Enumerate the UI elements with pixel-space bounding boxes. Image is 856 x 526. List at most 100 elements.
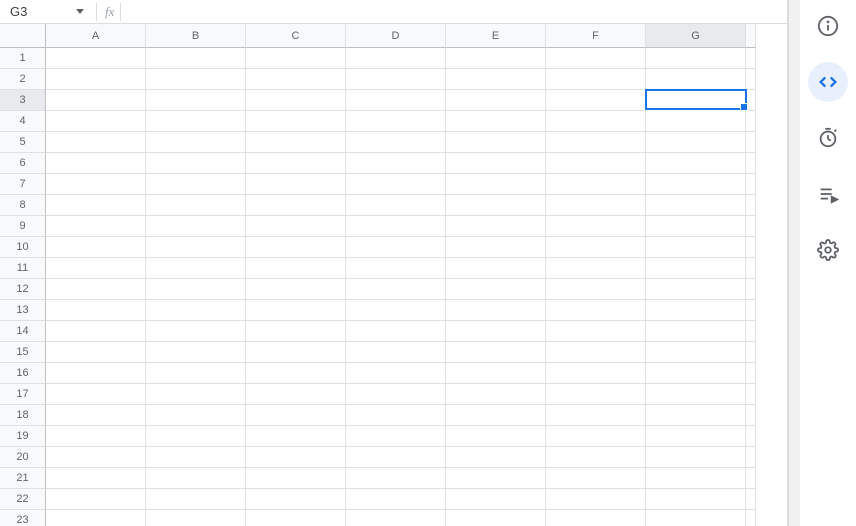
cell[interactable]	[46, 300, 146, 321]
cell[interactable]	[646, 384, 746, 405]
cell[interactable]	[246, 111, 346, 132]
cell[interactable]	[146, 363, 246, 384]
row-header[interactable]: 6	[0, 153, 46, 174]
cell[interactable]	[246, 132, 346, 153]
cell[interactable]	[246, 342, 346, 363]
cell[interactable]	[646, 279, 746, 300]
cell[interactable]	[346, 237, 446, 258]
cell[interactable]	[46, 111, 146, 132]
cell[interactable]	[546, 342, 646, 363]
cell[interactable]	[546, 153, 646, 174]
column-header[interactable]: G	[646, 24, 746, 48]
cell[interactable]	[446, 153, 546, 174]
cell[interactable]	[346, 90, 446, 111]
cell[interactable]	[46, 237, 146, 258]
cell[interactable]	[346, 300, 446, 321]
cell[interactable]	[346, 258, 446, 279]
cell[interactable]	[546, 384, 646, 405]
cell[interactable]	[46, 405, 146, 426]
cell[interactable]	[146, 237, 246, 258]
cell[interactable]	[46, 90, 146, 111]
cell[interactable]	[246, 489, 346, 510]
row-header[interactable]: 16	[0, 363, 46, 384]
column-header[interactable]: B	[146, 24, 246, 48]
cell[interactable]	[446, 216, 546, 237]
cell[interactable]	[646, 153, 746, 174]
cell[interactable]	[146, 132, 246, 153]
cell[interactable]	[146, 447, 246, 468]
cell[interactable]	[446, 258, 546, 279]
cell[interactable]	[446, 195, 546, 216]
cell[interactable]	[446, 279, 546, 300]
cell[interactable]	[146, 489, 246, 510]
cell[interactable]	[246, 48, 346, 69]
cell[interactable]	[546, 90, 646, 111]
cell[interactable]	[146, 426, 246, 447]
cell[interactable]	[246, 258, 346, 279]
cell[interactable]	[446, 132, 546, 153]
cell[interactable]	[446, 363, 546, 384]
cell[interactable]	[646, 216, 746, 237]
cell[interactable]	[246, 216, 346, 237]
cell[interactable]	[146, 90, 246, 111]
row-header[interactable]: 19	[0, 426, 46, 447]
cell[interactable]	[346, 468, 446, 489]
cell[interactable]	[146, 321, 246, 342]
spreadsheet-grid[interactable]: ABCDEFG123456789101112131415161718192021…	[0, 24, 787, 526]
cell[interactable]	[546, 237, 646, 258]
column-header[interactable]: E	[446, 24, 546, 48]
cell[interactable]	[646, 300, 746, 321]
cell[interactable]	[246, 300, 346, 321]
row-header[interactable]: 10	[0, 237, 46, 258]
clock-button[interactable]	[808, 118, 848, 158]
cell[interactable]	[246, 468, 346, 489]
cell[interactable]	[346, 363, 446, 384]
row-header[interactable]: 11	[0, 258, 46, 279]
cell[interactable]	[246, 195, 346, 216]
cell[interactable]	[546, 216, 646, 237]
cell[interactable]	[146, 174, 246, 195]
cell[interactable]	[46, 447, 146, 468]
cell[interactable]	[646, 363, 746, 384]
cell[interactable]	[646, 69, 746, 90]
cell[interactable]	[546, 174, 646, 195]
cell[interactable]	[346, 69, 446, 90]
cell[interactable]	[446, 48, 546, 69]
row-header[interactable]: 4	[0, 111, 46, 132]
code-button[interactable]	[808, 62, 848, 102]
cell[interactable]	[446, 300, 546, 321]
cell[interactable]	[146, 69, 246, 90]
cell[interactable]	[346, 153, 446, 174]
cell[interactable]	[546, 132, 646, 153]
cell[interactable]	[46, 48, 146, 69]
cell[interactable]	[46, 342, 146, 363]
cell[interactable]	[346, 174, 446, 195]
cell[interactable]	[246, 447, 346, 468]
cell[interactable]	[246, 153, 346, 174]
cell[interactable]	[646, 405, 746, 426]
column-header[interactable]: F	[546, 24, 646, 48]
playlist-button[interactable]	[808, 174, 848, 214]
cell[interactable]	[146, 510, 246, 526]
row-header[interactable]: 14	[0, 321, 46, 342]
row-header[interactable]: 8	[0, 195, 46, 216]
cell[interactable]	[646, 132, 746, 153]
cell[interactable]	[146, 405, 246, 426]
cell[interactable]	[46, 258, 146, 279]
cell[interactable]	[546, 426, 646, 447]
cell[interactable]	[646, 468, 746, 489]
cell[interactable]	[546, 300, 646, 321]
cell[interactable]	[246, 237, 346, 258]
cell[interactable]	[646, 48, 746, 69]
cell[interactable]	[646, 447, 746, 468]
settings-button[interactable]	[808, 230, 848, 270]
cell[interactable]	[646, 258, 746, 279]
row-header[interactable]: 1	[0, 48, 46, 69]
cell[interactable]	[446, 237, 546, 258]
cell[interactable]	[446, 405, 546, 426]
cell[interactable]	[46, 195, 146, 216]
info-button[interactable]	[808, 6, 848, 46]
cell[interactable]	[46, 510, 146, 526]
cell[interactable]	[46, 153, 146, 174]
cell[interactable]	[46, 468, 146, 489]
